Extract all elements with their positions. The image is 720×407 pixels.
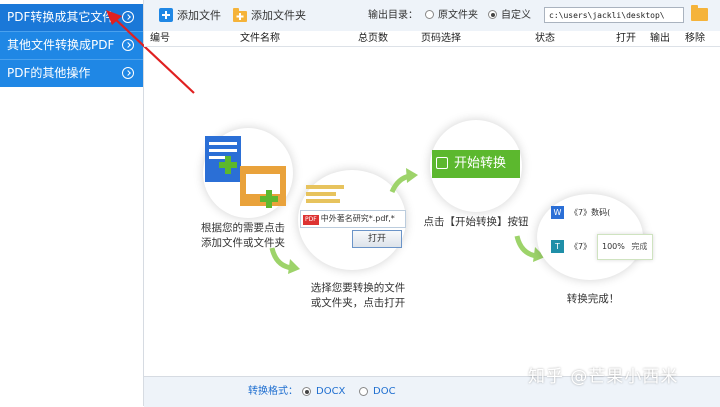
file-pattern-field: PDF 中外著名研究*.pdf,* [300,210,406,228]
radio-original-folder[interactable] [425,10,434,19]
green-arrow-icon [389,168,418,194]
file-table-header: 编号 文件名称 总页数 页码选择 状态 打开 输出 移除 [144,31,720,47]
sidebar-item-label: 其他文件转换成PDF [7,38,115,52]
radio-doc[interactable] [359,387,368,396]
add-file-button[interactable]: 添加文件 [159,8,221,24]
col-page-select: 页码选择 [421,33,461,44]
step4-circle: W 《7》数码( T 《7》 100% 完成 [537,194,653,280]
add-files-illustration-icon [205,136,286,208]
radio-custom[interactable] [488,10,497,19]
open-button-illustration: 打开 [352,230,402,248]
col-open: 打开 [616,33,636,44]
doc-label: DOC [373,386,396,397]
output-dir-label: 输出目录： [368,10,418,21]
col-remove: 移除 [685,33,705,44]
col-number: 编号 [150,33,170,44]
plus-icon [159,8,173,22]
convert-format-label: 转换格式： [248,386,298,397]
step1-circle [203,128,293,218]
add-folder-button[interactable]: 添加文件夹 [233,8,306,24]
add-folder-icon [233,8,247,22]
pdf-icon: PDF [303,215,319,225]
step4-caption: 转换完成！ [566,293,620,305]
sidebar-item-label: PDF的其他操作 [7,66,91,80]
custom-label: 自定义 [501,10,531,21]
radio-docx[interactable] [302,387,311,396]
docx-label: DOCX [316,386,346,397]
output-path-input[interactable]: c:\users\jackli\desktop\ [544,7,684,23]
col-status: 状态 [535,33,555,44]
col-filename: 文件名称 [240,33,280,44]
step2-caption: 选择您要转换的文件 或文件夹，点击打开 [310,282,406,309]
step3-caption: 点击【开始转换】按钮 [423,216,529,228]
play-icon [436,157,448,169]
converted-doc-item: T 《7》 [551,240,591,254]
start-convert-button-illustration: 开始转换 [432,150,520,178]
step3-circle: 开始转换 [430,120,522,212]
progress-complete-popup: 100% 完成 [597,234,653,260]
text-doc-icon: T [551,240,564,253]
col-pages: 总页数 [358,33,388,44]
word-doc-icon: W [551,206,564,219]
green-arrow-icon [269,247,300,274]
converted-doc-item: W 《7》数码( [551,206,610,220]
watermark-text: 知乎 @芒果小西米 [528,367,679,387]
original-folder-label: 原文件夹 [438,10,478,21]
col-output: 输出 [650,33,670,44]
browse-folder-icon[interactable] [691,5,708,21]
file-list-illustration [306,182,352,212]
sidebar-item-label: PDF转换成其它文件 [7,10,115,24]
